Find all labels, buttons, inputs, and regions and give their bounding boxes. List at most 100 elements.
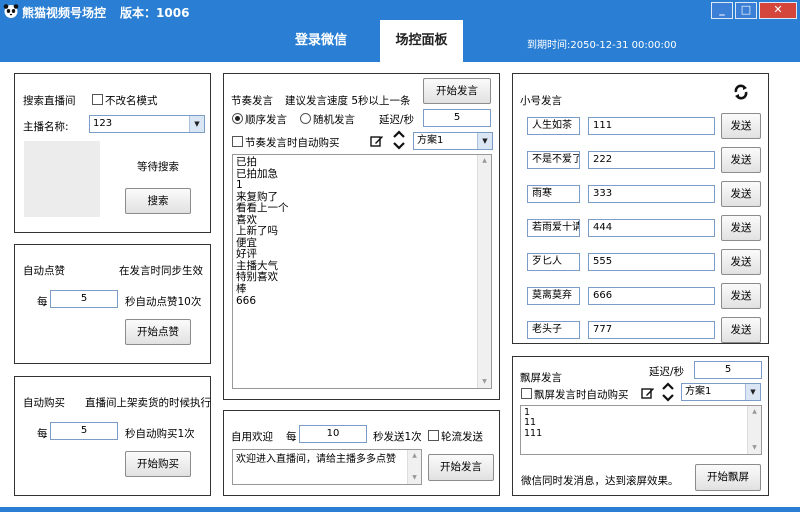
scroll-down-icon[interactable]: ▼	[478, 376, 491, 388]
alt-account-message-input[interactable]: 777	[588, 321, 715, 339]
alt-account-message-input[interactable]: 222	[588, 151, 715, 169]
edit-icon[interactable]	[370, 134, 384, 148]
alt-account-message-input[interactable]: 111	[588, 117, 715, 135]
alt-title: 小号发言	[520, 95, 562, 107]
tab-control-panel[interactable]: 场控面板	[380, 20, 463, 62]
alt-account-name-input[interactable]: 雨寒	[527, 185, 580, 203]
auto-buy-title: 自动购买	[23, 397, 65, 409]
rhythm-scheme-combo[interactable]: 方案1 ▼	[413, 132, 493, 150]
alt-account-message-input[interactable]: 666	[588, 287, 715, 305]
welcome-title: 自用欢迎	[231, 431, 273, 443]
alt-account-message-input[interactable]: 555	[588, 253, 715, 271]
auto-like-interval-input[interactable]: 5	[50, 290, 118, 308]
alt-send-button[interactable]: 发送	[721, 317, 761, 343]
welcome-panel: 自用欢迎 每 10 秒发送1次 轮流发送 欢迎进入直播间，请给主播多多点赞 ▲ …	[223, 410, 500, 496]
sort-updown-icon[interactable]	[661, 381, 675, 403]
rhythm-message-line: 看看上一个	[236, 202, 289, 215]
alt-send-button[interactable]: 发送	[721, 249, 761, 275]
flood-message-line: 111	[524, 427, 543, 439]
auto-buy-suffix: 秒自动购买1次	[125, 428, 195, 440]
anchor-name-value: 123	[93, 118, 113, 129]
close-button[interactable]: ✕	[759, 2, 797, 19]
anchor-name-combo[interactable]: 123 ▼	[89, 115, 205, 133]
keep-name-checkbox[interactable]	[92, 94, 103, 105]
alt-send-button[interactable]: 发送	[721, 215, 761, 241]
auto-like-every: 每	[37, 296, 48, 308]
chevron-down-icon[interactable]: ▼	[189, 116, 204, 132]
scroll-down-icon[interactable]: ▼	[748, 442, 761, 454]
alt-account-name-input[interactable]: 歹匕人	[527, 253, 580, 271]
alt-account-name-input[interactable]: 若雨爱十请	[527, 219, 580, 237]
welcome-interval-input[interactable]: 10	[299, 425, 367, 443]
auto-buy-every: 每	[37, 428, 48, 440]
auto-like-suffix: 秒自动点赞10次	[125, 296, 202, 308]
auto-like-panel: 自动点赞 在发言时同步生效 每 5 秒自动点赞10次 开始点赞	[14, 244, 211, 364]
start-like-button[interactable]: 开始点赞	[125, 319, 191, 345]
scroll-down-icon[interactable]: ▼	[408, 472, 421, 484]
keep-name-label: 不改名模式	[105, 95, 158, 107]
auto-buy-interval-input[interactable]: 5	[50, 422, 118, 440]
welcome-rotate-checkbox[interactable]	[428, 430, 439, 441]
alt-account-name-input[interactable]: 不是不爱了	[527, 151, 580, 169]
search-button[interactable]: 搜索	[125, 188, 191, 214]
auto-like-title: 自动点赞	[23, 265, 65, 277]
rhythm-message-line: 棒	[236, 283, 247, 296]
scroll-up-icon[interactable]: ▲	[748, 406, 761, 418]
order-label: 顺序发言	[245, 114, 287, 126]
rhythm-messages-textarea[interactable]: 已拍 已拍加急 1 来复购了 看看上一个 喜欢 上新了吗 便宜 好评 主播大气 特别喜欢棒 666 ▲…	[232, 154, 492, 389]
start-rhythm-button[interactable]: 开始发言	[423, 78, 491, 104]
welcome-every: 每	[286, 431, 297, 443]
start-buy-button[interactable]: 开始购买	[125, 451, 191, 477]
start-flood-button[interactable]: 开始飘屏	[695, 464, 761, 491]
auto-buy-panel: 自动购买 直播间上架卖货的时候执行 每 5 秒自动购买1次 开始购买	[14, 376, 211, 496]
search-status: 等待搜索	[137, 161, 179, 173]
minimize-button[interactable]: _	[711, 2, 733, 19]
order-radio[interactable]	[232, 113, 243, 124]
alt-account-message-input[interactable]: 444	[588, 219, 715, 237]
scroll-up-icon[interactable]: ▲	[408, 450, 421, 462]
start-welcome-button[interactable]: 开始发言	[428, 454, 494, 481]
chevron-down-icon[interactable]: ▼	[477, 133, 492, 149]
rhythm-message-line: 已拍	[236, 156, 257, 168]
rhythm-scrollbar[interactable]: ▲ ▼	[477, 155, 491, 388]
edit-icon[interactable]	[641, 386, 655, 400]
scroll-up-icon[interactable]: ▲	[478, 155, 491, 167]
alt-account-message-input[interactable]: 333	[588, 185, 715, 203]
alt-send-button[interactable]: 发送	[721, 147, 761, 173]
rhythm-delay-input[interactable]: 5	[423, 109, 491, 127]
refresh-icon[interactable]	[732, 83, 750, 101]
rhythm-message-line: 1	[236, 179, 243, 192]
alt-send-button[interactable]: 发送	[721, 113, 761, 139]
sort-updown-icon[interactable]	[392, 129, 406, 151]
avatar-preview	[24, 141, 100, 217]
flood-scheme-value: 方案1	[685, 386, 712, 397]
flood-autobuy-label: 飘屏发言时自动购买	[534, 389, 629, 401]
rhythm-scheme-value: 方案1	[417, 135, 444, 146]
rhythm-title: 节奏发言	[231, 95, 273, 107]
alt-send-button[interactable]: 发送	[721, 283, 761, 309]
chevron-down-icon[interactable]: ▼	[745, 384, 760, 400]
flood-delay-label: 延迟/秒	[649, 366, 685, 378]
rhythm-autobuy-checkbox[interactable]	[232, 136, 243, 147]
flood-autobuy-checkbox[interactable]	[521, 388, 532, 399]
alt-send-button[interactable]: 发送	[721, 181, 761, 207]
random-radio[interactable]	[300, 113, 311, 124]
flood-scheme-combo[interactable]: 方案1 ▼	[681, 383, 761, 401]
alt-account-name-input[interactable]: 人生如茶	[527, 117, 580, 135]
app-name: 熊猫视频号场控	[22, 6, 107, 20]
tab-login-wechat[interactable]: 登录微信	[262, 20, 380, 62]
expire-time: 到期时间:2050-12-31 00:00:00	[527, 40, 677, 51]
flood-messages-textarea[interactable]: 1 11 111 ▲ ▼	[520, 405, 762, 455]
flood-delay-input[interactable]: 5	[694, 361, 762, 379]
flood-note: 微信同时发消息，达到滚屏效果。	[521, 475, 679, 487]
rhythm-delay-label: 延迟/秒	[379, 114, 415, 126]
alt-account-name-input[interactable]: 老头子	[527, 321, 580, 339]
flood-scrollbar[interactable]: ▲ ▼	[747, 406, 761, 454]
flood-panel: 飘屏发言 延迟/秒 5 飘屏发言时自动购买 方案1 ▼ 1 11 111 ▲ ▼ 微…	[512, 356, 769, 496]
welcome-suffix: 秒发送1次	[373, 431, 422, 443]
welcome-scrollbar[interactable]: ▲ ▼	[407, 450, 421, 484]
alt-account-name-input[interactable]: 莫离莫弃	[527, 287, 580, 305]
maximize-button[interactable]: □	[735, 2, 757, 19]
welcome-message-textarea[interactable]: 欢迎进入直播间，请给主播多多点赞 ▲ ▼	[232, 449, 422, 485]
rhythm-autobuy-label: 节奏发言时自动购买	[245, 137, 340, 149]
